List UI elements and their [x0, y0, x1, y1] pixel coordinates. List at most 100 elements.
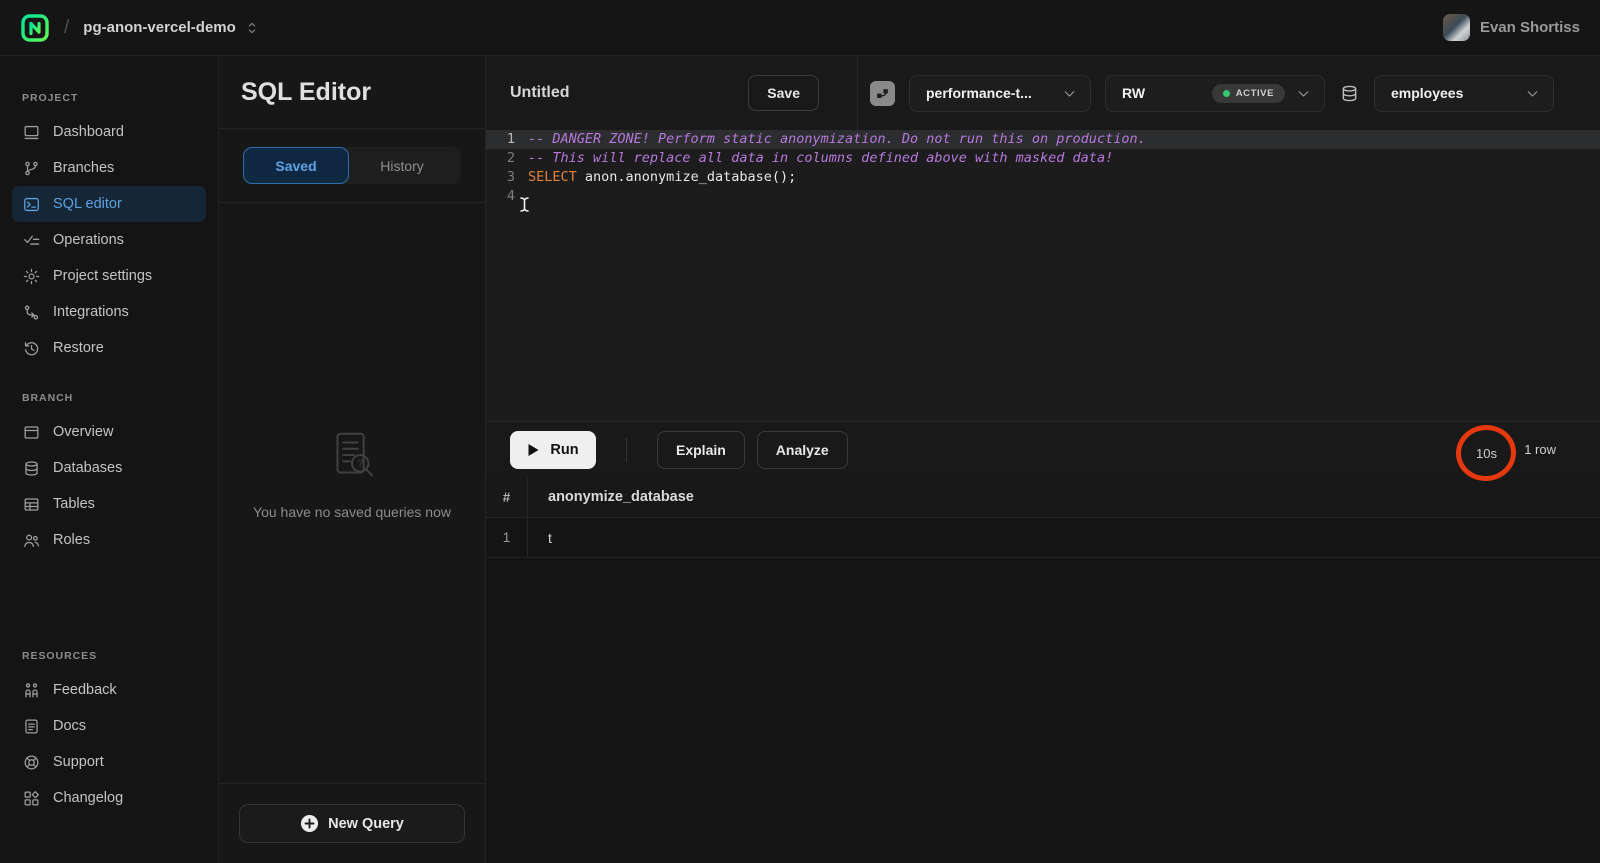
code-line[interactable]: 3SELECT anon.anonymize_database();: [486, 168, 1600, 187]
sidebar-item-label: Dashboard: [53, 124, 124, 140]
docs-icon: [22, 717, 41, 736]
sidebar-item-dashboard[interactable]: Dashboard: [12, 114, 206, 150]
sidebar-item-sql-editor[interactable]: SQL editor: [12, 186, 206, 222]
feedback-icon: [22, 681, 41, 700]
code-text: -- This will replace all data in columns…: [528, 149, 1113, 168]
sidebar-item-overview[interactable]: Overview: [12, 414, 206, 450]
new-query-label: New Query: [328, 816, 404, 832]
sidebar-item-tables[interactable]: Tables: [12, 486, 206, 522]
sidebar-item-label: Roles: [53, 532, 90, 548]
results-header-row: #anonymize_database: [486, 477, 1600, 518]
sidebar-item-restore[interactable]: Restore: [12, 330, 206, 366]
results-row-index: 1: [486, 518, 528, 557]
section-spacer: [12, 558, 206, 650]
queries-tabs-wrap: SavedHistory: [219, 129, 485, 203]
project-switcher-icon[interactable]: [244, 20, 260, 36]
analyze-button[interactable]: Analyze: [757, 431, 848, 469]
user-avatar: [1443, 14, 1470, 41]
sidebar-item-label: Feedback: [53, 682, 117, 698]
database-icon: [1339, 83, 1360, 104]
code-line[interactable]: 1-- DANGER ZONE! Perform static anonymiz…: [486, 130, 1600, 149]
sql-token-comment: -- DANGER ZONE! Perform static anonymiza…: [528, 131, 1146, 147]
status-dot-icon: [1223, 90, 1230, 97]
sidebar-item-label: Branches: [53, 160, 114, 176]
text-cursor-pointer: [518, 196, 531, 213]
explain-button[interactable]: Explain: [657, 431, 745, 469]
support-icon: [22, 753, 41, 772]
database-select[interactable]: employees: [1374, 75, 1554, 112]
line-number[interactable]: 3: [486, 168, 528, 187]
sidebar-item-label: Databases: [53, 460, 122, 476]
operations-icon: [22, 231, 41, 250]
sidebar-item-label: Tables: [53, 496, 95, 512]
no-queries-icon: ?: [321, 426, 383, 488]
line-number[interactable]: 1: [486, 130, 528, 149]
sidebar-item-label: Restore: [53, 340, 104, 356]
sidebar-item-roles[interactable]: Roles: [12, 522, 206, 558]
editor-pane: Untitled Save performance-t...: [486, 56, 1600, 863]
sql-token-plain: anon.anonymize_database();: [577, 169, 796, 185]
databases-icon: [22, 459, 41, 478]
branch-select-value: performance-t...: [926, 85, 1032, 101]
code-line[interactable]: 2-- This will replace all data in column…: [486, 149, 1600, 168]
empty-state-text: You have no saved queries now: [253, 504, 451, 520]
results-header-column[interactable]: anonymize_database: [528, 477, 1600, 517]
database-select-value: employees: [1391, 85, 1463, 101]
branch-select[interactable]: performance-t...: [909, 75, 1091, 112]
sidebar-item-label: Changelog: [53, 790, 123, 806]
sidebar-item-databases[interactable]: Databases: [12, 450, 206, 486]
svg-text:?: ?: [357, 458, 363, 470]
sidebar-item-branches[interactable]: Branches: [12, 150, 206, 186]
endpoint-select-value: RW: [1122, 85, 1145, 101]
run-button[interactable]: Run: [510, 431, 596, 469]
save-button[interactable]: Save: [748, 75, 819, 111]
chevron-down-icon: [1524, 85, 1541, 102]
sidebar-section-label: PROJECT: [12, 92, 206, 104]
sidebar-item-label: Support: [53, 754, 104, 770]
query-stats: 10s 1 row: [1456, 422, 1556, 478]
code-text: -- DANGER ZONE! Perform static anonymiza…: [528, 130, 1146, 149]
sidebar-item-support[interactable]: Support: [12, 744, 206, 780]
sidebar-item-label: Project settings: [53, 268, 152, 284]
sidebar-item-feedback[interactable]: Feedback: [12, 672, 206, 708]
sidebar-item-changelog[interactable]: Changelog: [12, 780, 206, 816]
chevron-down-icon: [1061, 85, 1078, 102]
project-settings-icon: [22, 267, 41, 286]
tab-saved[interactable]: Saved: [243, 147, 349, 184]
sql-code-editor[interactable]: 1-- DANGER ZONE! Perform static anonymiz…: [486, 130, 1600, 421]
sidebar-item-operations[interactable]: Operations: [12, 222, 206, 258]
sidebar-item-integrations[interactable]: Integrations: [12, 294, 206, 330]
new-query-button[interactable]: New Query: [239, 804, 465, 843]
context-selectors: performance-t... RW ACTIVE: [858, 56, 1600, 130]
section-spacer: [12, 366, 206, 392]
sidebar-item-label: Overview: [53, 424, 113, 440]
results-row[interactable]: 1t: [486, 518, 1600, 558]
neon-logo-icon[interactable]: [20, 13, 50, 43]
sidebar-item-project-settings[interactable]: Project settings: [12, 258, 206, 294]
endpoint-select[interactable]: RW ACTIVE: [1105, 75, 1325, 112]
user-menu[interactable]: Evan Shortiss: [1443, 14, 1580, 41]
sql-token-comment: -- This will replace all data in columns…: [528, 150, 1113, 166]
code-line[interactable]: 4: [486, 187, 1600, 206]
sidebar-item-label: Docs: [53, 718, 86, 734]
breadcrumb-separator: /: [64, 17, 69, 39]
overview-icon: [22, 423, 41, 442]
play-icon: [527, 443, 540, 457]
compute-icon[interactable]: [870, 81, 895, 106]
line-number[interactable]: 2: [486, 149, 528, 168]
plus-circle-icon: [300, 814, 319, 833]
endpoint-status-text: ACTIVE: [1236, 88, 1274, 99]
sql-token-keyword: SELECT: [528, 169, 577, 185]
page-title: SQL Editor: [241, 78, 371, 107]
sidebar-item-label: SQL editor: [53, 196, 122, 212]
tab-history[interactable]: History: [349, 147, 455, 184]
topbar: / pg-anon-vercel-demo Evan Shortiss: [0, 0, 1600, 56]
dashboard-icon: [22, 123, 41, 142]
sidebar-item-docs[interactable]: Docs: [12, 708, 206, 744]
breadcrumb-project-name[interactable]: pg-anon-vercel-demo: [83, 19, 236, 36]
code-text: SELECT anon.anonymize_database();: [528, 168, 796, 187]
endpoint-status-badge: ACTIVE: [1212, 84, 1285, 103]
sidebar-section-label: BRANCH: [12, 392, 206, 404]
query-title[interactable]: Untitled: [510, 84, 570, 102]
run-label: Run: [550, 442, 578, 458]
